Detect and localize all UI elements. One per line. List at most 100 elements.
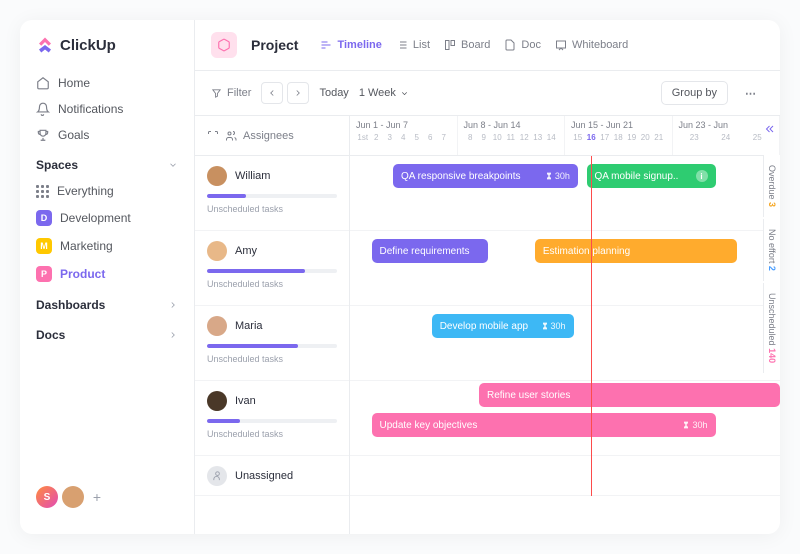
project-icon — [211, 32, 237, 58]
chevron-right-icon — [168, 330, 178, 340]
unassigned-avatar — [207, 466, 227, 486]
today-button[interactable]: Today — [319, 87, 348, 99]
week-column: Jun 15 - Jun 2115161718192021 — [565, 116, 673, 155]
dashboards-header[interactable]: Dashboards — [20, 288, 194, 318]
add-user-button[interactable]: + — [88, 488, 106, 506]
task-label: Refine user stories — [487, 390, 570, 401]
unscheduled-label[interactable]: Unscheduled tasks — [207, 204, 337, 214]
space-badge: M — [36, 238, 52, 254]
hourglass-icon — [545, 172, 553, 180]
project-title: Project — [251, 37, 298, 53]
task-label: Define requirements — [380, 246, 470, 257]
logo[interactable]: ClickUp — [20, 36, 194, 70]
chevron-down-icon — [168, 160, 178, 170]
nav-home[interactable]: Home — [20, 70, 194, 96]
assignee-name: William — [235, 170, 270, 182]
chevron-left-icon — [267, 88, 277, 98]
grid-icon — [36, 185, 49, 198]
bell-icon — [36, 102, 50, 116]
assignees-header: Assignees — [195, 116, 349, 156]
more-button[interactable]: ⋯ — [738, 82, 764, 104]
timeline-row: QA responsive breakpoints30h QA mobile si… — [350, 156, 780, 231]
progress-bar — [207, 419, 337, 423]
nav-notifications[interactable]: Notifications — [20, 96, 194, 122]
board-icon — [444, 39, 456, 51]
task-bar[interactable]: Define requirements — [372, 239, 488, 263]
prev-button[interactable] — [261, 82, 283, 104]
unscheduled-badge[interactable]: Unscheduled 140 — [763, 283, 780, 373]
avatar — [207, 166, 227, 186]
timeline-row: Develop mobile app30h — [350, 306, 780, 381]
chevron-down-icon — [400, 89, 409, 98]
assignee-name: Ivan — [235, 395, 256, 407]
overdue-badge[interactable]: Overdue 3 — [763, 155, 780, 217]
assignee-name: Unassigned — [235, 470, 293, 482]
logo-text: ClickUp — [60, 37, 116, 54]
hourglass-icon — [541, 322, 549, 330]
task-bar[interactable]: Update key objectives30h — [372, 413, 716, 437]
tab-board[interactable]: Board — [444, 39, 490, 51]
space-product[interactable]: P Product — [20, 260, 194, 288]
clickup-logo-icon — [36, 36, 54, 54]
task-bar[interactable]: Develop mobile app30h — [432, 314, 574, 338]
docs-header[interactable]: Docs — [20, 318, 194, 348]
avatar — [207, 316, 227, 336]
task-bar[interactable]: Estimation planning — [535, 239, 737, 263]
chevron-right-icon — [168, 300, 178, 310]
trophy-icon — [36, 128, 50, 142]
unscheduled-label[interactable]: Unscheduled tasks — [207, 429, 337, 439]
space-badge: P — [36, 266, 52, 282]
assignee-row[interactable]: William Unscheduled tasks — [195, 156, 349, 231]
progress-bar — [207, 344, 337, 348]
collapse-button[interactable] — [764, 122, 776, 140]
task-time: 30h — [541, 321, 566, 331]
task-label: QA mobile signup.. — [595, 171, 679, 182]
assignee-name: Amy — [235, 245, 257, 257]
task-label: Estimation planning — [543, 246, 630, 257]
spaces-header[interactable]: Spaces — [20, 148, 194, 178]
timeline-row: Define requirements Estimation planning — [350, 231, 780, 306]
chevron-right-icon — [293, 88, 303, 98]
timeline-row — [350, 456, 780, 496]
space-development[interactable]: D Development — [20, 204, 194, 232]
timeline-row: Refine user stories Update key objectives… — [350, 381, 780, 456]
nav-goals[interactable]: Goals — [20, 122, 194, 148]
assignee-row[interactable]: Maria Unscheduled tasks — [195, 306, 349, 381]
task-bar[interactable]: Refine user stories — [479, 383, 780, 407]
next-button[interactable] — [287, 82, 309, 104]
assignee-row[interactable]: Amy Unscheduled tasks — [195, 231, 349, 306]
task-label: QA responsive breakpoints — [401, 171, 521, 182]
week-column: Jun 8 - Jun 14891011121314 — [458, 116, 566, 155]
doc-icon — [504, 39, 516, 51]
week-column: Jun 1 - Jun 71st234567 — [350, 116, 458, 155]
assignee-row[interactable]: Unassigned — [195, 456, 349, 496]
chevron-double-left-icon — [764, 123, 776, 135]
group-by-button[interactable]: Group by — [661, 81, 728, 105]
tab-whiteboard[interactable]: Whiteboard — [555, 39, 628, 51]
assignee-name: Maria — [235, 320, 263, 332]
progress-bar — [207, 269, 337, 273]
range-select[interactable]: 1 Week — [359, 87, 409, 99]
info-icon: i — [696, 170, 708, 182]
space-marketing[interactable]: M Marketing — [20, 232, 194, 260]
filter-button[interactable]: Filter — [211, 87, 251, 99]
tab-doc[interactable]: Doc — [504, 39, 541, 51]
whiteboard-icon — [555, 39, 567, 51]
task-bar[interactable]: QA responsive breakpoints30h — [393, 164, 578, 188]
user-avatar[interactable] — [62, 486, 84, 508]
no-effort-badge[interactable]: No effort 2 — [763, 219, 780, 281]
timeline-icon — [320, 39, 332, 51]
avatar — [207, 391, 227, 411]
space-everything[interactable]: Everything — [20, 178, 194, 204]
user-avatar[interactable]: S — [36, 486, 58, 508]
space-badge: D — [36, 210, 52, 226]
expand-icon[interactable] — [207, 130, 219, 142]
task-bar[interactable]: QA mobile signup.. i — [587, 164, 716, 188]
tab-timeline[interactable]: Timeline — [320, 39, 381, 51]
task-time: 30h — [682, 420, 707, 430]
unscheduled-label[interactable]: Unscheduled tasks — [207, 279, 337, 289]
assignee-row[interactable]: Ivan Unscheduled tasks — [195, 381, 349, 456]
list-icon — [396, 39, 408, 51]
unscheduled-label[interactable]: Unscheduled tasks — [207, 354, 337, 364]
tab-list[interactable]: List — [396, 39, 430, 51]
